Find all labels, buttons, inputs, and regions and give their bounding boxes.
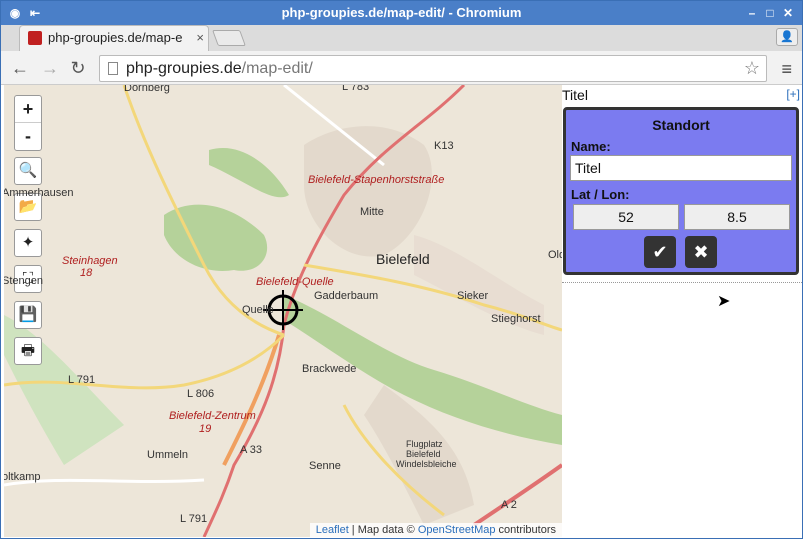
map-label: Steinhagen xyxy=(62,255,118,267)
tab-strip: php-groupies.de/map-e × 👤 xyxy=(1,25,802,51)
reload-icon[interactable]: ↻ xyxy=(67,57,89,79)
map-label: L 791 xyxy=(68,374,96,386)
lat-input[interactable]: 52 xyxy=(573,204,679,230)
map-label: Gadderbaum xyxy=(314,290,379,302)
window-menu-icon[interactable]: ⇤ xyxy=(27,5,43,21)
map-label: Bielefeld-Quelle xyxy=(256,276,334,288)
map-label: 18 xyxy=(80,267,93,279)
osm-link[interactable]: OpenStreetMap xyxy=(418,524,496,536)
url-host: php-groupies.de xyxy=(126,60,242,77)
location-dialog: Standort Name: Titel Lat / Lon: 52 8.5 ✔… xyxy=(563,107,799,275)
latlon-label: Lat / Lon: xyxy=(571,187,630,202)
map-label: Bielefeld-Zentrum xyxy=(169,410,256,422)
lon-input[interactable]: 8.5 xyxy=(684,204,790,230)
map-label: Bielefeld xyxy=(376,251,430,267)
favicon-icon xyxy=(28,31,42,45)
search-icon[interactable]: 🔍 xyxy=(14,157,42,185)
map-label: Bielefeld xyxy=(406,449,441,459)
title-bar: ◉ ⇤ php-groupies.de/map-edit/ - Chromium… xyxy=(1,1,802,25)
mouse-cursor-icon: ➤ xyxy=(717,293,731,310)
print-icon[interactable]: 🖶 xyxy=(14,337,42,365)
map-label: Sieker xyxy=(457,290,489,302)
zoom-control: + - xyxy=(14,95,42,151)
save-icon[interactable]: 💾 xyxy=(14,301,42,329)
leaflet-link[interactable]: Leaflet xyxy=(316,524,349,536)
map[interactable]: + - 🔍 📂 ✦ ⛶ 💾 🖶 Dornberg Ammerhausen Ste… xyxy=(4,85,562,537)
map-label: Old xyxy=(548,249,562,261)
map-label: Brackwede xyxy=(302,363,357,375)
zoom-out-button[interactable]: - xyxy=(15,123,41,150)
browser-tab[interactable]: php-groupies.de/map-e × xyxy=(19,25,209,51)
browser-window: ◉ ⇤ php-groupies.de/map-edit/ - Chromium… xyxy=(0,0,803,539)
map-label: Senne xyxy=(309,460,341,472)
minimize-icon[interactable]: – xyxy=(744,5,760,21)
attribution-suffix: contributors xyxy=(495,524,556,536)
map-label: K13 xyxy=(434,140,454,152)
confirm-icon[interactable]: ✔ xyxy=(644,236,676,268)
map-label: L 783 xyxy=(342,85,370,93)
tab-close-icon[interactable]: × xyxy=(196,26,204,50)
panel-title: Titel xyxy=(562,87,588,103)
map-tiles xyxy=(4,85,562,537)
tab-title: php-groupies.de/map-e xyxy=(48,30,183,45)
map-label: A 33 xyxy=(240,444,263,456)
bookmark-star-icon[interactable]: ☆ xyxy=(744,56,760,81)
url-path: /map-edit/ xyxy=(241,60,313,77)
map-label: Stengen xyxy=(4,275,43,287)
window-title: php-groupies.de/map-edit/ - Chromium xyxy=(281,5,522,20)
map-label: Flugplatz xyxy=(406,439,443,449)
map-label: L 806 xyxy=(187,388,215,400)
map-label: Dornberg xyxy=(124,85,170,94)
close-window-icon[interactable]: ✕ xyxy=(780,5,796,21)
cancel-icon[interactable]: ✖ xyxy=(685,236,717,268)
page-icon xyxy=(108,62,118,75)
map-label: 19 xyxy=(199,423,212,435)
profile-icon[interactable]: 👤 xyxy=(776,28,798,46)
forward-icon[interactable]: → xyxy=(39,57,61,79)
name-label: Name: xyxy=(571,139,611,154)
map-label: oltkamp xyxy=(4,471,41,483)
maximize-icon[interactable]: □ xyxy=(762,5,778,21)
map-label: Ummeln xyxy=(147,449,188,461)
map-label: Ammerhausen xyxy=(4,187,74,199)
map-label: L 791 xyxy=(180,513,208,525)
map-label: Quelle xyxy=(242,304,274,316)
chromium-icon: ◉ xyxy=(9,6,21,20)
back-icon[interactable]: ← xyxy=(9,57,31,79)
divider xyxy=(562,282,802,283)
address-bar[interactable]: php-groupies.de/map-edit/ ☆ xyxy=(99,55,767,82)
zoom-in-button[interactable]: + xyxy=(15,96,41,123)
map-label: Bielefeld-Stapenhorststraße xyxy=(308,174,445,186)
map-label: Windelsbleiche xyxy=(396,459,457,469)
attribution-text: | Map data © xyxy=(348,524,418,536)
magic-wand-icon[interactable]: ✦ xyxy=(14,229,42,257)
map-label: Stieghorst xyxy=(491,313,541,325)
map-label: A 2 xyxy=(501,499,517,511)
name-input[interactable]: Titel xyxy=(570,155,792,181)
new-tab-button[interactable] xyxy=(212,30,246,46)
browser-toolbar: ← → ↻ php-groupies.de/map-edit/ ☆ ≡ xyxy=(1,51,802,85)
map-label: Mitte xyxy=(360,206,384,218)
dialog-title: Standort xyxy=(652,117,710,133)
add-link[interactable]: [+] xyxy=(786,87,800,101)
map-attribution: Leaflet | Map data © OpenStreetMap contr… xyxy=(309,523,562,537)
menu-icon[interactable]: ≡ xyxy=(781,59,792,80)
side-panel: Titel [+] Standort Name: Titel Lat / Lon… xyxy=(562,85,802,537)
